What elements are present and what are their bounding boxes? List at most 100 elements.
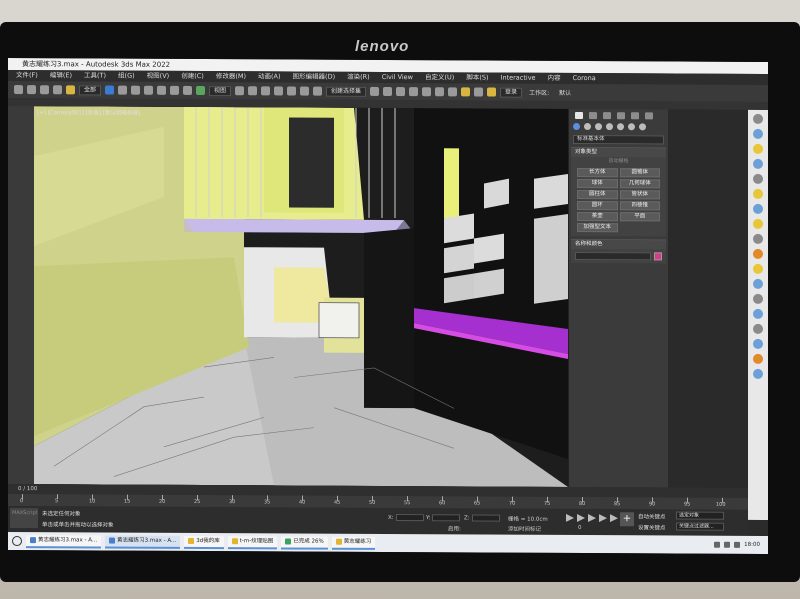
mirror-icon[interactable] [370, 86, 380, 96]
set-key-button[interactable]: 设置关键点 [638, 523, 666, 531]
primitive-category-dropdown[interactable]: 标准基本体 [573, 134, 664, 145]
shortcut-icon-10[interactable] [753, 263, 763, 274]
create-tab-icon[interactable] [575, 111, 583, 120]
box-button[interactable]: 长方体 [577, 167, 618, 178]
geosphere-button[interactable]: 几何球体 [619, 179, 660, 189]
sign-in-dropdown[interactable]: 登录 [500, 87, 523, 98]
pivot-icon[interactable] [235, 86, 245, 96]
next-frame-icon[interactable] [599, 514, 607, 522]
taskbar-item[interactable]: 3d我的库 [184, 535, 224, 549]
object-color-swatch[interactable] [654, 252, 662, 261]
shortcut-icon-12[interactable] [753, 293, 763, 304]
menu-customize[interactable]: 自定义(U) [421, 72, 462, 83]
spinner-snap-icon[interactable] [300, 86, 310, 96]
window-crossing-icon[interactable] [144, 85, 154, 95]
rotate-icon[interactable] [170, 85, 180, 95]
pyramid-button[interactable]: 四棱锥 [619, 201, 660, 211]
viewport-label[interactable]: [+] [Camera001] [标准] [默认明暗处理] [37, 108, 140, 117]
sphere-button[interactable]: 球体 [577, 178, 618, 189]
menu-modifiers[interactable]: 修改器(M) [212, 71, 254, 82]
shortcut-icon-1[interactable] [753, 128, 763, 139]
shortcut-icon-17[interactable] [753, 368, 763, 379]
named-selection-dropdown[interactable]: 创建选择集 [326, 86, 367, 97]
cameras-icon[interactable] [606, 123, 613, 131]
maxscript-listener[interactable]: MAXScript [10, 508, 38, 529]
torus-button[interactable]: 圆环 [577, 200, 618, 211]
shortcut-icon-13[interactable] [753, 308, 763, 319]
eye-icon[interactable] [753, 113, 763, 124]
material-editor-icon[interactable] [448, 87, 458, 97]
menu-views[interactable]: 视图(V) [143, 71, 178, 82]
bind-space-warp-icon[interactable] [66, 85, 75, 95]
z-field[interactable] [471, 514, 500, 522]
play-icon[interactable] [588, 514, 596, 522]
modify-tab-icon[interactable] [589, 112, 597, 120]
teapot-button[interactable]: 茶壶 [577, 211, 618, 222]
redo-icon[interactable] [27, 85, 36, 95]
motion-tab-icon[interactable] [617, 112, 625, 120]
scene-explorer-icon[interactable] [409, 87, 419, 97]
taskbar-item[interactable]: 黄志耀练习3.max - A... [105, 535, 181, 549]
percent-snap-icon[interactable] [287, 86, 297, 96]
key-filters-button[interactable]: 关键点过滤器... [676, 522, 724, 531]
network-icon[interactable] [714, 541, 721, 548]
rectangle-selection-icon[interactable] [131, 85, 141, 95]
place-icon[interactable] [196, 85, 206, 96]
systems-icon[interactable] [639, 123, 646, 131]
current-time-field[interactable]: 0 [578, 525, 582, 531]
selection-filter-dropdown[interactable]: 全部 [79, 84, 102, 95]
unlink-icon[interactable] [53, 85, 62, 95]
shortcut-icon-14[interactable] [753, 323, 763, 334]
menu-file[interactable]: 文件(F) [12, 70, 46, 81]
menu-scripting[interactable]: 脚本(S) [462, 72, 496, 83]
shortcut-icon-4[interactable] [753, 173, 763, 184]
edit-named-selection-icon[interactable] [313, 86, 323, 96]
menu-group[interactable]: 组(G) [114, 71, 143, 82]
select-object-icon[interactable] [105, 85, 115, 95]
shortcut-icon-9[interactable] [753, 248, 763, 259]
render-setup-icon[interactable] [461, 87, 471, 97]
taskbar-item[interactable]: 黄志耀练习 [331, 536, 376, 550]
menu-edit[interactable]: 编辑(E) [46, 70, 80, 81]
shortcut-icon-6[interactable] [753, 203, 763, 214]
select-manipulate-icon[interactable] [248, 86, 258, 96]
space-warps-icon[interactable] [628, 123, 635, 131]
lights-icon[interactable] [595, 123, 602, 131]
plane-button[interactable]: 平面 [619, 212, 660, 222]
menu-create[interactable]: 创建(C) [177, 71, 212, 82]
menu-content[interactable]: 内容 [544, 73, 569, 84]
taskbar-item[interactable]: t-m-纹理贴图 [227, 535, 278, 549]
hierarchy-tab-icon[interactable] [603, 112, 611, 120]
taskbar-item[interactable]: 已完成 26% [281, 535, 328, 550]
shortcut-icon-16[interactable] [753, 353, 763, 364]
go-to-start-icon[interactable] [566, 514, 574, 522]
move-icon[interactable] [157, 85, 167, 95]
taskbar-item[interactable]: 黄志耀练习3.max - A... [26, 534, 102, 548]
helpers-icon[interactable] [617, 123, 624, 131]
render-frame-icon[interactable] [474, 87, 484, 97]
link-icon[interactable] [40, 85, 49, 95]
shortcut-icon-11[interactable] [753, 278, 763, 289]
shortcut-icon-8[interactable] [753, 233, 763, 244]
scale-icon[interactable] [183, 85, 193, 95]
cone-button[interactable]: 圆锥体 [619, 168, 660, 178]
autogrid-checkbox[interactable]: 自动栅格 [571, 157, 666, 166]
object-name-field[interactable] [575, 251, 651, 261]
camera-viewport[interactable]: [+] [Camera001] [标准] [默认明暗处理] [34, 106, 568, 487]
x-field[interactable] [395, 514, 424, 522]
menu-interactive[interactable]: Interactive [497, 73, 544, 84]
input-method-icon[interactable] [734, 541, 741, 548]
shortcut-icon-2[interactable] [753, 143, 763, 154]
shapes-icon[interactable] [584, 123, 591, 131]
search-icon[interactable] [12, 536, 22, 547]
menu-graph-editors[interactable]: 图形编辑器(D) [289, 71, 344, 82]
undo-icon[interactable] [14, 85, 23, 95]
geometry-icon[interactable] [573, 122, 580, 131]
text-plus-button[interactable]: 加强型文本 [577, 222, 618, 233]
shortcut-icon-3[interactable] [753, 158, 763, 169]
schematic-view-icon[interactable] [435, 87, 445, 97]
shortcut-icon-15[interactable] [753, 338, 763, 349]
name-color-rollout-header[interactable]: 名称和颜色 [571, 239, 666, 250]
selected-object-dropdown[interactable]: 选定对象 [676, 511, 724, 520]
menu-corona[interactable]: Corona [569, 73, 604, 84]
